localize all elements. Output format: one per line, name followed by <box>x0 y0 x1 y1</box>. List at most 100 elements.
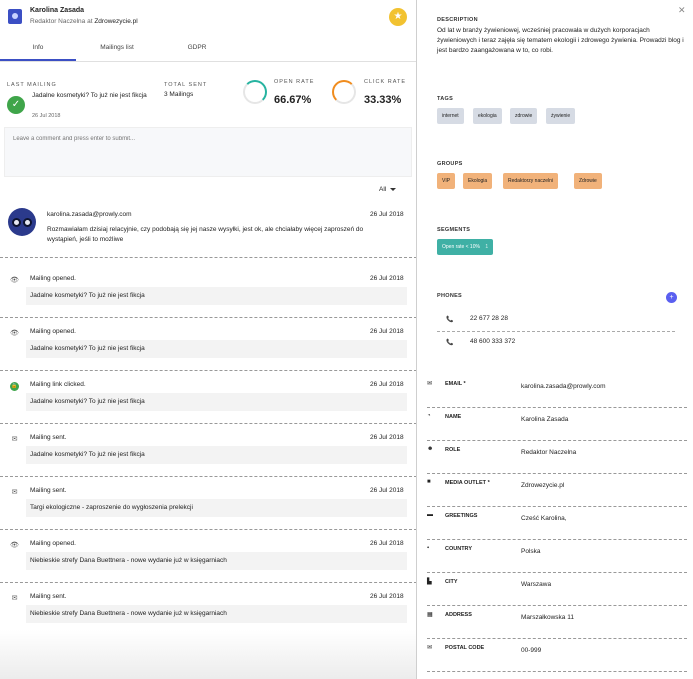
tab-mailings-list[interactable]: Mailings list <box>79 44 155 51</box>
person-icon: ◔ <box>427 413 431 419</box>
field-row: ✉ POSTAL CODE 00-999 <box>427 639 687 672</box>
event-mailing-subject[interactable]: Niebieskie strefy Dana Buettnera - nowe … <box>26 605 407 623</box>
event-mailing-subject[interactable]: Niebieskie strefy Dana Buettnera - nowe … <box>26 552 407 570</box>
favorite-star-icon[interactable]: ★ <box>389 8 407 26</box>
event-mailing-subject[interactable]: Jadalne kosmetyki? To już nie jest fikcj… <box>26 340 407 358</box>
phone-row: 📞 22 677 28 28 <box>437 310 675 332</box>
last-mailing-title[interactable]: Jadalne kosmetyki? To już nie jest fikcj… <box>32 91 147 101</box>
event-title: Mailing sent. <box>30 487 67 494</box>
event-mailing-subject[interactable]: Jadalne kosmetyki? To już nie jest fikcj… <box>26 287 407 305</box>
field-row: ◔ NAME Karolina Zasada <box>427 408 687 441</box>
chevron-down-icon <box>390 187 397 191</box>
event-mailing-subject[interactable]: Jadalne kosmetyki? To już nie jest fikcj… <box>26 393 407 411</box>
field-row: ⬩ COUNTRY Polska <box>427 540 687 573</box>
field-value[interactable]: Marszałkowska 11 <box>521 614 574 621</box>
field-value[interactable]: karolina.zasada@prowly.com <box>521 383 606 390</box>
eye-icon: 👁 <box>10 542 19 549</box>
field-row: ▬ GREETINGS Cześć Karolina, <box>427 507 687 540</box>
event-date: 26 Jul 2018 <box>370 540 404 547</box>
total-sent-value: 3 Mailings <box>164 91 194 98</box>
segment-chip[interactable]: Open rate < 10% 1 <box>437 239 494 255</box>
tab-gdpr[interactable]: GDPR <box>159 44 235 51</box>
eye-icon: 👁 <box>10 277 19 284</box>
activity-filter-dropdown[interactable]: All <box>379 186 397 193</box>
field-value[interactable]: 00-999 <box>521 647 541 654</box>
comment-input[interactable] <box>13 136 393 142</box>
field-value[interactable]: Karolina Zasada <box>521 416 568 423</box>
event-date: 26 Jul 2018 <box>370 381 404 388</box>
event-date: 26 Jul 2018 <box>370 434 404 441</box>
event-title: Mailing opened. <box>30 275 76 282</box>
tab-info[interactable]: Info <box>0 44 76 61</box>
contact-avatar <box>8 9 22 24</box>
field-label: GREETINGS <box>445 513 478 519</box>
open-rate-label: OPEN RATE <box>274 79 315 85</box>
contact-outlet[interactable]: Zdrowezycie.pl <box>94 18 137 25</box>
last-mailing-label: LAST MAILING <box>7 82 57 88</box>
field-row: ✉ EMAIL * karolina.zasada@prowly.com <box>427 375 687 408</box>
event-date: 26 Jul 2018 <box>370 487 404 494</box>
group-chip[interactable]: Zdrowie <box>574 173 602 189</box>
click-rate-label: CLICK RATE <box>364 79 406 85</box>
comment-entry: karolina.zasada@prowly.com 26 Jul 2018 R… <box>0 200 416 258</box>
click-rate-value: 33.33% <box>364 94 402 106</box>
check-icon: ✓ <box>7 96 25 114</box>
right-panel: ✕ DESCRIPTION Od lat w branży żywieniowe… <box>418 0 693 679</box>
field-label: MEDIA OUTLET * <box>445 480 490 486</box>
field-row: ▙ CITY Warszawa <box>427 573 687 606</box>
event-title: Mailing opened. <box>30 540 76 547</box>
last-mailing-date: 26 Jul 2018 <box>32 113 61 119</box>
field-value[interactable]: Zdrowezycie.pl <box>521 482 564 489</box>
click-rate-ring <box>332 80 356 104</box>
tag-chip[interactable]: zdrowie <box>510 108 538 124</box>
phone-value[interactable]: 48 600 333 372 <box>470 338 515 345</box>
tag-chip[interactable]: ekologia <box>473 108 502 124</box>
description-label: DESCRIPTION <box>437 17 478 23</box>
pin-icon: ⬩ <box>427 545 430 551</box>
left-panel: Karolina Zasada Redaktor Naczelna at Zdr… <box>0 0 417 679</box>
group-chip[interactable]: VIP <box>437 173 456 189</box>
contact-role: Redaktor Naczelna <box>30 18 86 25</box>
briefcase-icon: ■ <box>427 479 431 485</box>
comment-date: 26 Jul 2018 <box>370 211 404 218</box>
event-date: 26 Jul 2018 <box>370 328 404 335</box>
activity-event: 👁 Mailing opened. 26 Jul 2018 Niebieskie st… <box>0 530 416 583</box>
activity-event: ✉ Mailing sent. 26 Jul 2018 Jadalne kosmety… <box>0 424 416 477</box>
mail-icon: ✉ <box>11 489 18 496</box>
tags-label: TAGS <box>437 96 454 102</box>
segment-count: 1 <box>485 244 489 250</box>
event-date: 26 Jul 2018 <box>370 593 404 600</box>
tag-chip[interactable]: internet <box>437 108 464 124</box>
phone-value[interactable]: 22 677 28 28 <box>470 315 508 322</box>
badge-icon: ☻ <box>427 446 434 452</box>
segments-label: SEGMENTS <box>437 227 471 233</box>
add-phone-icon[interactable]: + <box>666 292 677 303</box>
field-value[interactable]: Polska <box>521 548 541 555</box>
field-value[interactable]: Cześć Karolina, <box>521 515 567 522</box>
groups-label: GROUPS <box>437 161 463 167</box>
contact-subtitle: Redaktor Naczelna at Zdrowezycie.pl <box>30 18 138 25</box>
field-label: POSTAL CODE <box>445 645 485 651</box>
tab-bar: Info Mailings list GDPR <box>0 40 416 62</box>
phone-row: 📞 48 600 333 372 <box>437 333 675 355</box>
group-chip[interactable]: Redaktorzy naczelni <box>503 173 559 189</box>
event-mailing-subject[interactable]: Jadalne kosmetyki? To już nie jest fikcj… <box>26 446 407 464</box>
group-chip[interactable]: Ekologia <box>463 173 493 189</box>
event-title: Mailing opened. <box>30 328 76 335</box>
comment-author: karolina.zasada@prowly.com <box>47 211 132 218</box>
activity-event: 👁 Mailing opened. 26 Jul 2018 Jadalne kosme… <box>0 318 416 371</box>
field-label: COUNTRY <box>445 546 472 552</box>
field-value[interactable]: Warszawa <box>521 581 551 588</box>
field-label: NAME <box>445 414 462 420</box>
activity-event: 🔒 Mailing link clicked. 26 Jul 2018 Jadalne… <box>0 371 416 424</box>
field-label: ADDRESS <box>445 612 472 618</box>
field-row: ■ MEDIA OUTLET * Zdrowezycie.pl <box>427 474 687 507</box>
total-sent-label: TOTAL SENT <box>164 82 208 88</box>
close-icon[interactable]: ✕ <box>678 5 686 16</box>
filter-selected: All <box>379 186 387 193</box>
tag-chip[interactable]: żywienie <box>546 108 576 124</box>
activity-event: ✉ Mailing sent. 26 Jul 2018 Targi ekologicz… <box>0 477 416 530</box>
event-mailing-subject[interactable]: Targi ekologiczne - zaproszenie do wygło… <box>26 499 407 517</box>
comment-text: Rozmawiałam dzisiaj relacyjnie, czy podo… <box>47 226 364 243</box>
field-value[interactable]: Redaktor Naczelna <box>521 449 576 456</box>
